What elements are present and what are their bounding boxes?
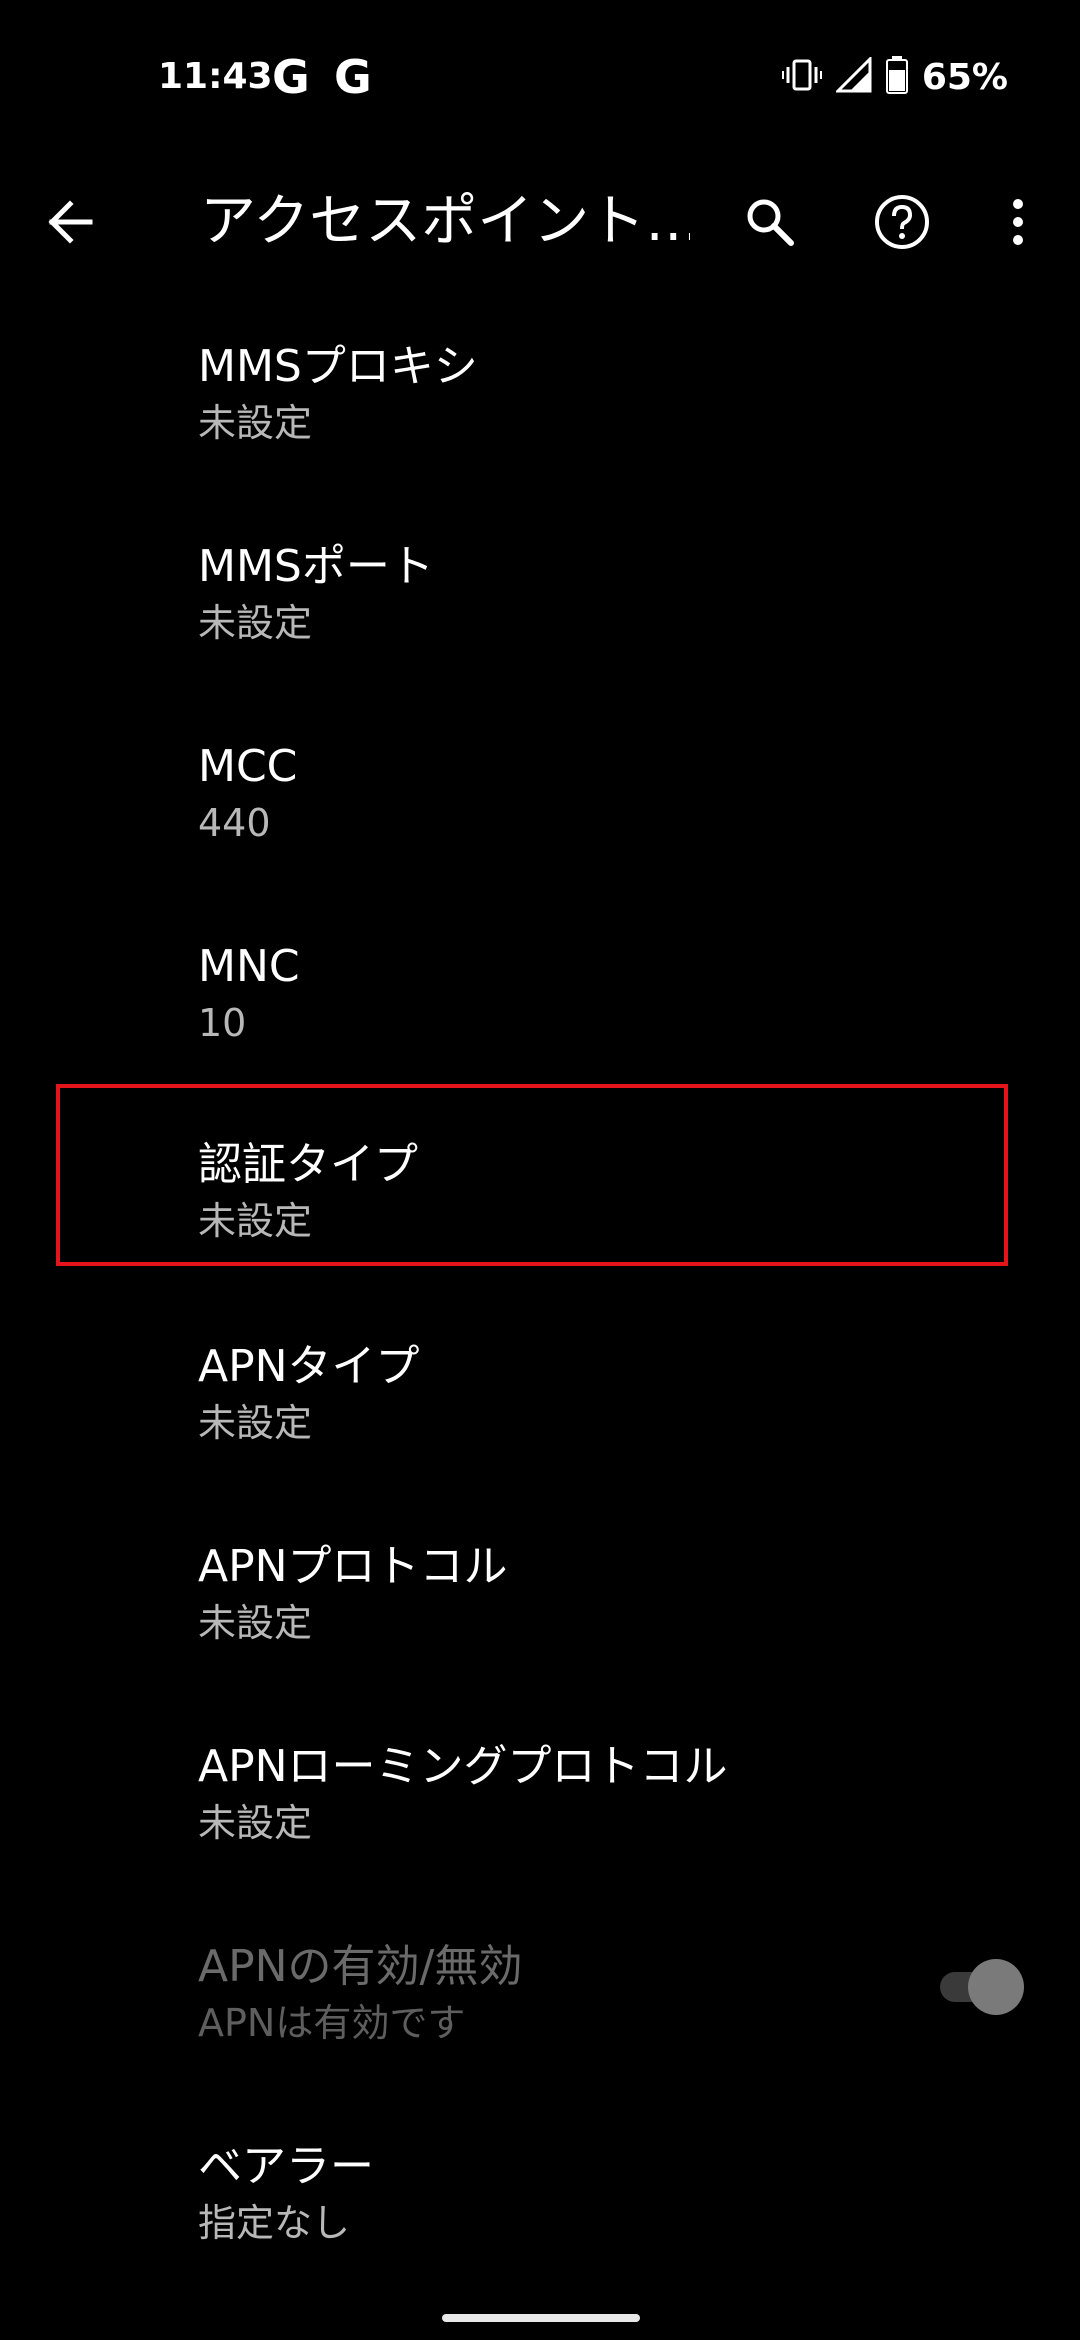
item-summary: 指定なし (198, 2201, 351, 2245)
item-summary: 未設定 (198, 1401, 313, 1445)
item-summary: 未設定 (198, 1801, 313, 1845)
apn-enable-toggle (938, 1956, 1028, 2016)
app-bar: アクセスポイント… (0, 160, 1080, 284)
status-bar: 11:43 G G 65% (0, 0, 1080, 150)
google-notification-icon: G (334, 50, 372, 104)
item-summary: 未設定 (198, 1601, 313, 1645)
navigation-handle[interactable] (442, 2314, 640, 2322)
list-item-apn-enable: APNの有効/無効 APNは有効です (0, 1908, 1080, 2108)
help-button[interactable] (862, 182, 942, 262)
status-icons: 65% (781, 52, 1008, 102)
back-button[interactable] (30, 182, 110, 262)
search-button[interactable] (730, 182, 810, 262)
battery-percent: 65% (921, 56, 1008, 98)
list-item-apn-roaming-protocol[interactable]: APNローミングプロトコル 未設定 (0, 1708, 1080, 1908)
list-item-mms-proxy[interactable]: MMSプロキシ 未設定 (0, 308, 1080, 508)
item-summary: 10 (198, 1001, 247, 1045)
list-item-apn-type[interactable]: APNタイプ 未設定 (0, 1308, 1080, 1508)
item-title: MNC (198, 941, 300, 992)
search-icon (747, 199, 794, 246)
item-title: MCC (198, 741, 298, 792)
help-icon (875, 195, 929, 249)
page-title: アクセスポイント… (200, 189, 690, 254)
item-title: APNプロトコル (198, 1541, 508, 1592)
status-time: 11:43 (158, 56, 273, 97)
item-summary: 未設定 (198, 401, 313, 445)
list-item-mnc[interactable]: MNC 10 (0, 908, 1080, 1108)
item-title: MMSプロキシ (198, 341, 478, 392)
highlight-box (56, 1084, 1008, 1266)
item-title: MMSポート (198, 541, 434, 592)
list-item-apn-protocol[interactable]: APNプロトコル 未設定 (0, 1508, 1080, 1708)
toggle-thumb (968, 1959, 1024, 2015)
google-notification-icon: G (272, 50, 310, 104)
item-title: APNの有効/無効 (198, 1941, 523, 1992)
list-item-mcc[interactable]: MCC 440 (0, 708, 1080, 908)
more-options-button[interactable] (978, 182, 1058, 262)
list-item-bearer[interactable]: ベアラー 指定なし (0, 2108, 1080, 2308)
item-summary: 440 (198, 801, 271, 845)
item-summary: 未設定 (198, 601, 313, 645)
item-title: ベアラー (198, 2141, 374, 2192)
back-arrow-icon (48, 200, 93, 244)
vibrate-icon (781, 55, 822, 99)
item-title: APNタイプ (198, 1341, 420, 1392)
battery-icon (885, 56, 908, 98)
more-vert-icon (1013, 199, 1023, 245)
item-title: APNローミングプロトコル (198, 1741, 728, 1792)
item-summary: APNは有効です (198, 2001, 466, 2045)
list-item-mms-port[interactable]: MMSポート 未設定 (0, 508, 1080, 708)
signal-icon (834, 55, 872, 97)
